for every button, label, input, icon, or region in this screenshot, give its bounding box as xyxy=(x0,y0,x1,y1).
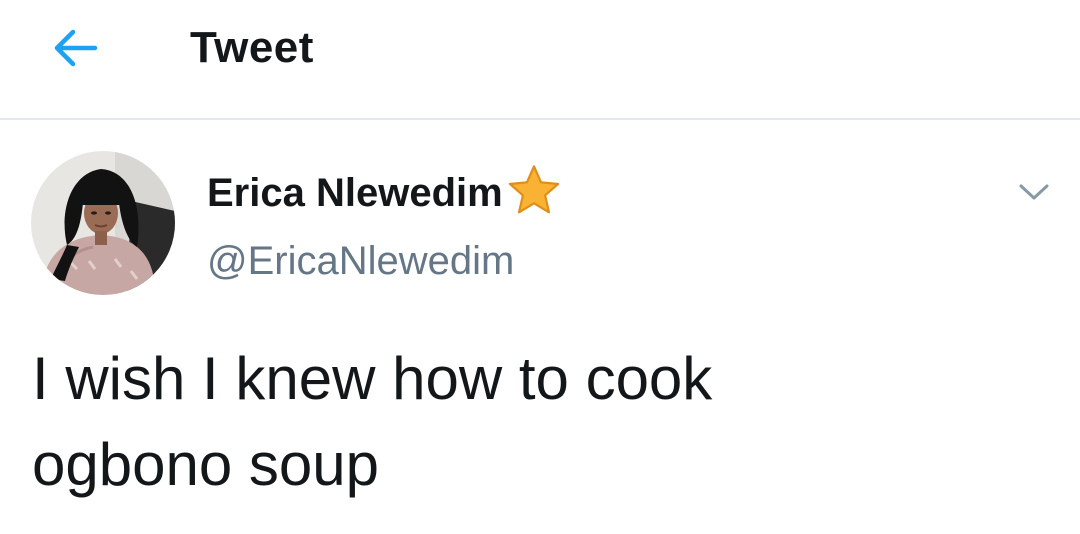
page-title: Tweet xyxy=(190,23,314,72)
top-bar: Tweet xyxy=(0,0,1080,120)
avatar[interactable] xyxy=(31,151,175,295)
tweet-text: I wish I knew how to cook ogbono soup xyxy=(32,345,713,498)
chevron-down-icon xyxy=(1019,184,1049,200)
arrow-left-icon xyxy=(54,29,97,67)
profile-photo xyxy=(31,151,175,295)
author-display-name: Erica Nlewedim xyxy=(207,171,503,215)
back-button[interactable] xyxy=(44,22,104,74)
author-username[interactable]: @EricaNlewedim xyxy=(207,237,514,285)
star-icon xyxy=(508,165,559,214)
author-display-name-row[interactable]: Erica Nlewedim xyxy=(207,165,563,220)
tweet-menu-button[interactable] xyxy=(1012,172,1056,212)
